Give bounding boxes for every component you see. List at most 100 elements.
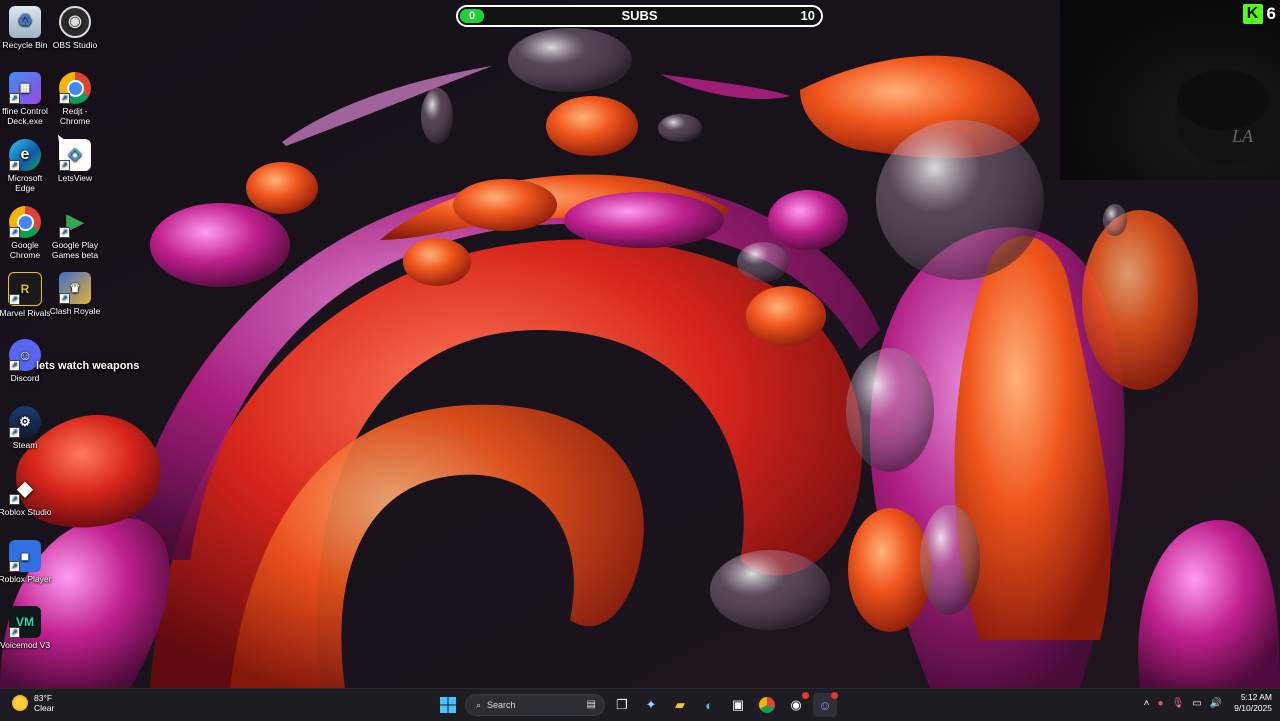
obs-taskbar-button[interactable]: ◉ [784, 692, 809, 717]
desktop-icon-clash-royale[interactable]: ♛ ↗ Clash Royale [48, 272, 102, 316]
shortcut-arrow-icon: ↗ [9, 93, 20, 104]
shortcut-arrow-icon: ↗ [9, 294, 20, 305]
shortcut-arrow-icon: ↗ [59, 293, 70, 304]
desktop-icon-label: Voicemod V3 [0, 640, 51, 650]
clock-time: 5:12 AM [1240, 692, 1272, 702]
file-explorer-button[interactable]: ▰ [668, 693, 692, 717]
obs-icon: ◉ [790, 697, 802, 712]
desktop-icon-voicemod[interactable]: VM ↗ Voicemod V3 [0, 606, 52, 650]
shortcut-arrow-icon: ↗ [9, 627, 20, 638]
shortcut-arrow-icon: ↗ [9, 360, 20, 371]
shortcut-arrow-icon: ↗ [9, 160, 20, 171]
subs-goal-label: SUBS [621, 8, 658, 23]
shortcut-arrow-icon: ↗ [59, 93, 70, 104]
desktop-icon-label: Microsoft Edge [7, 173, 43, 193]
start-button[interactable] [436, 693, 460, 717]
shortcut-arrow-icon: ↗ [59, 227, 70, 238]
desktop-icon-label: Discord [10, 373, 40, 383]
desktop-icon-google-chrome[interactable]: ↗ Google Chrome [0, 206, 52, 260]
store-icon: ▣ [731, 697, 745, 712]
shortcut-arrow-icon: ↗ [59, 160, 70, 171]
taskbar-search-box[interactable]: ⌕ Search ▤ [465, 694, 605, 716]
desktop-icon-label: Recycle Bin [2, 40, 48, 50]
desktop-icon-label: LetsView [57, 173, 93, 183]
viewer-count-value: 6 [1266, 4, 1276, 23]
microphone-icon[interactable]: 🎙 [1172, 698, 1185, 709]
control-deck-icon: ▦ ↗ [9, 72, 41, 104]
desktop-icon-microsoft-edge[interactable]: e ↗ Microsoft Edge [0, 139, 52, 193]
desktop-icon-roblox-studio[interactable]: ◆ ↗ Roblox Studio [0, 473, 52, 517]
roblox-player-icon: ■ ↗ [9, 540, 41, 572]
subs-goal-bar: 0 SUBS 10 [456, 5, 823, 27]
desktop-icon-steam[interactable]: ⚙ ↗ Steam [0, 406, 52, 450]
roblox-studio-icon: ◆ ↗ [9, 473, 41, 505]
desktop-icon-redjt-chrome[interactable]: ↗ Redjt - Chrome [48, 72, 102, 126]
weather-description: Clear [34, 703, 55, 713]
weather-widget[interactable]: 83°F Clear [12, 693, 54, 713]
clash-royale-icon: ♛ ↗ [59, 272, 91, 304]
copilot-button[interactable]: ✦ [639, 693, 663, 717]
edge-taskbar-button[interactable]: ◐ [697, 693, 721, 717]
windows-start-icon [440, 697, 456, 713]
subs-goal-target: 10 [800, 8, 815, 23]
taskbar-pinned-apps: ⌕ Search ▤ ❐ ✦ ▰ ◐ ▣ ◉ ☺ [436, 692, 838, 718]
weather-temperature: 83°F [34, 693, 53, 703]
store-button[interactable]: ▣ [726, 693, 750, 717]
webcam-person-silhouette: LA [1175, 70, 1275, 166]
kick-icon: K [1242, 4, 1263, 24]
desktop-icon-control-deck[interactable]: ▦ ↗ ffine Control Deck.exe [0, 72, 52, 126]
desktop-icon-label: Google Chrome [9, 240, 41, 260]
chrome-icon: ↗ [9, 206, 41, 238]
shortcut-arrow-icon: ↗ [9, 427, 20, 438]
desktop-icon-roblox-player[interactable]: ■ ↗ Roblox Player [0, 540, 52, 584]
search-placeholder: Search [487, 700, 516, 710]
steam-icon: ⚙ ↗ [9, 406, 41, 438]
recording-indicator [802, 692, 809, 699]
edge-icon: e ↗ [9, 139, 41, 171]
shortcut-arrow-icon: ↗ [9, 227, 20, 238]
system-tray: ˄ ● 🎙 ▭ 🔊 5:12 AM 9/10/2025 [1144, 692, 1272, 714]
search-highlight-icon: ▤ [586, 699, 596, 710]
chrome-icon [759, 697, 775, 713]
clock-date: 9/10/2025 [1234, 703, 1272, 713]
taskbar: 83°F Clear ⌕ Search ▤ ❐ ✦ ▰ ◐ ▣ ◉ ☺ ˄ ● [0, 688, 1280, 721]
desktop-icon-letsview[interactable]: ◇ ↗ LetsView [48, 139, 102, 183]
discord-taskbar-button[interactable]: ☺ [813, 692, 838, 717]
taskbar-clock[interactable]: 5:12 AM 9/10/2025 [1234, 692, 1272, 714]
desktop-icon-marvel-rivals[interactable]: R ↗ Marvel Rivals [0, 272, 52, 318]
copilot-icon: ✦ [645, 697, 657, 712]
desktop-icon-label: OBS Studio [52, 40, 98, 50]
marvel-rivals-icon: R ↗ [8, 272, 42, 306]
volume-icon[interactable]: 🔊 [1210, 698, 1222, 709]
desktop-icon-obs-studio[interactable]: ◉ OBS Studio [48, 6, 102, 50]
shortcut-arrow-icon: ↗ [9, 494, 20, 505]
svg-text:LA: LA [1231, 126, 1254, 146]
tray-app-icon[interactable]: ● [1158, 698, 1164, 709]
chrome-taskbar-button[interactable] [755, 693, 779, 717]
desktop-icon-label: Google Play Games beta [51, 240, 99, 260]
desktop-icon-label: Roblox Studio [0, 507, 52, 517]
desktop-icon-label: ffine Control Deck.exe [2, 106, 48, 126]
task-view-icon: ❐ [616, 697, 628, 712]
desktop-icon-label: Roblox Player [0, 574, 52, 584]
task-view-button[interactable]: ❐ [610, 693, 634, 717]
desktop-icon-google-play-games[interactable]: ▶ ↗ Google Play Games beta [48, 206, 102, 261]
discord-notification-badge [831, 692, 838, 699]
edge-icon: ◐ [705, 697, 713, 713]
file-explorer-icon: ▰ [675, 697, 685, 712]
desktop-icon-label: Steam [12, 440, 38, 450]
desktop-icon-recycle-bin[interactable]: ♻ Recycle Bin [0, 6, 52, 50]
chrome-icon: ↗ [59, 72, 91, 104]
voicemod-icon: VM ↗ [9, 606, 41, 638]
desktop-icon-label: Redjt - Chrome [59, 106, 91, 126]
webcam-feed: LA K 6 [1060, 0, 1280, 180]
discord-icon: ☺ [818, 697, 832, 713]
weather-sun-icon [12, 695, 28, 711]
chat-message: lets watch weapons [36, 360, 140, 372]
search-icon: ⌕ [476, 699, 482, 710]
network-icon[interactable]: ▭ [1192, 698, 1201, 709]
shortcut-arrow-icon: ↗ [9, 561, 20, 572]
desktop-icon-label: Clash Royale [49, 306, 101, 316]
show-hidden-icons-chevron-icon[interactable]: ˄ [1144, 698, 1150, 709]
viewer-count: K 6 [1242, 4, 1276, 24]
